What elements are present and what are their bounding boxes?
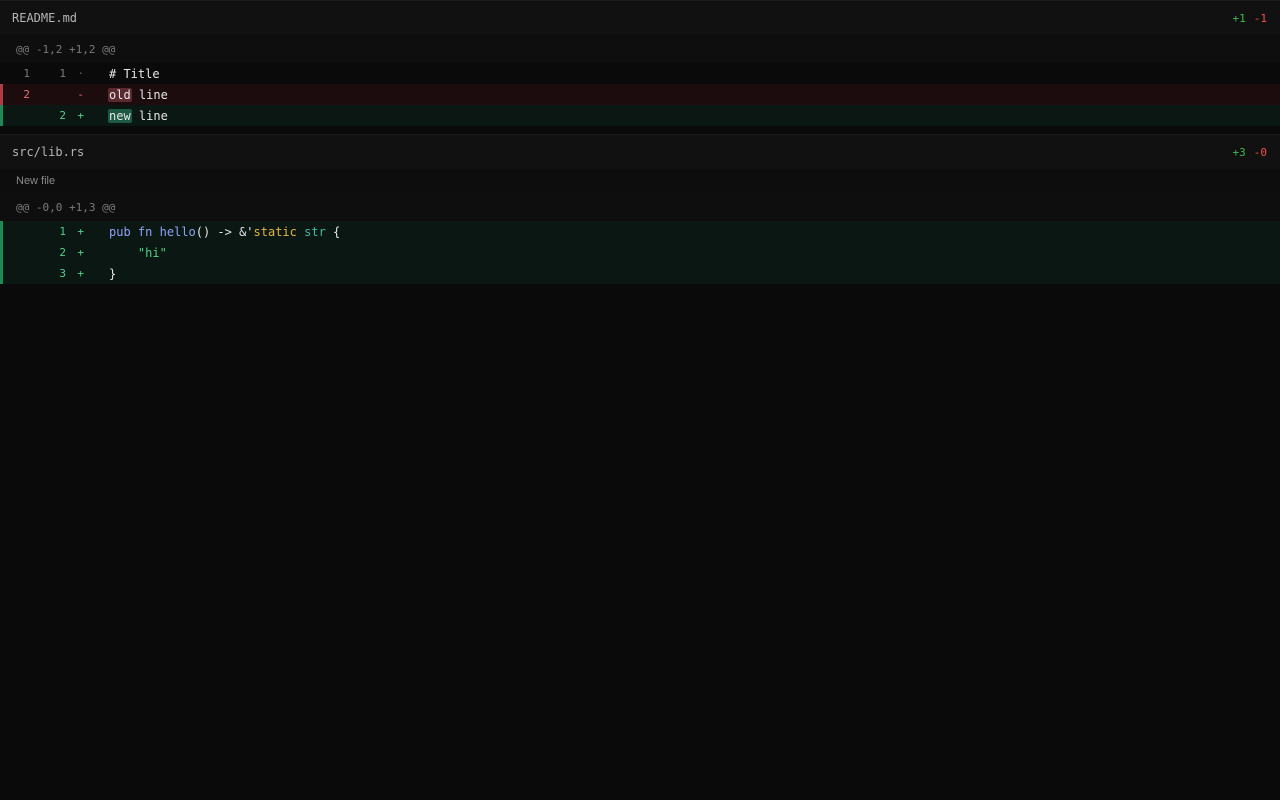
diff-file-lib-rs: src/lib.rs +3 -0 New file @@ -0,0 +1,3 @… — [0, 134, 1280, 284]
new-line-number: 1 — [59, 225, 66, 238]
addition-marker: + — [77, 109, 84, 122]
addition-marker: + — [77, 267, 84, 280]
new-line-number: 2 — [59, 109, 66, 122]
token-punctuation: { — [325, 224, 341, 239]
hunk-header: @@ -0,0 +1,3 @@ — [0, 193, 1280, 221]
diff-line-deleted[interactable]: 2 - old line — [0, 84, 1280, 105]
hunk-header: @@ -1,2 +1,2 @@ — [0, 35, 1280, 63]
file-stats: +3 -0 — [1233, 146, 1269, 159]
deletions-count: -0 — [1253, 145, 1267, 159]
additions-count: +1 — [1232, 11, 1246, 25]
code-text: old line — [84, 87, 168, 102]
new-line-number: 3 — [59, 267, 66, 280]
new-line-number: 2 — [59, 246, 66, 259]
code-text: new line — [84, 108, 168, 123]
token-type: str — [304, 224, 326, 239]
deletion-marker: - — [77, 88, 84, 101]
code-string: "hi" — [109, 245, 167, 260]
file-header[interactable]: src/lib.rs +3 -0 — [0, 134, 1280, 169]
diff-line-added[interactable]: 1 + pub fn hello() -> &'static str { — [0, 221, 1280, 242]
code-text: # Title — [109, 66, 160, 81]
token-punctuation: () -> &' — [195, 224, 254, 239]
addition-marker: + — [77, 225, 84, 238]
code-text: pub fn hello() -> &'static str { — [84, 225, 340, 239]
addition-marker: + — [77, 246, 84, 259]
code-text: } — [109, 266, 117, 281]
deletions-count: -1 — [1253, 11, 1267, 25]
diff-file-readme: README.md +1 -1 @@ -1,2 +1,2 @@ 1 1 · # … — [0, 0, 1280, 126]
diff-line-added[interactable]: 2 + "hi" — [0, 242, 1280, 263]
diff-line-added[interactable]: 2 + new line — [0, 105, 1280, 126]
file-separator — [0, 126, 1280, 134]
file-name[interactable]: README.md — [12, 11, 77, 25]
file-stats: +1 -1 — [1233, 12, 1269, 25]
code-rest: line — [131, 108, 168, 123]
diff-line-added[interactable]: 3 + } — [0, 263, 1280, 284]
word-diff-added: new — [108, 108, 132, 123]
word-diff-removed: old — [108, 87, 132, 102]
token-keyword: pub — [109, 224, 131, 239]
new-file-note: New file — [0, 169, 1280, 193]
diff-line-context[interactable]: 1 1 · # Title — [0, 63, 1280, 84]
file-header[interactable]: README.md +1 -1 — [0, 0, 1280, 35]
old-line-number: 1 — [23, 67, 30, 80]
additions-count: +3 — [1232, 145, 1246, 159]
token-function: hello — [159, 224, 196, 239]
token-keyword: fn — [137, 224, 153, 239]
new-line-number: 1 — [59, 67, 66, 80]
context-marker: · — [77, 67, 84, 80]
old-line-number: 2 — [23, 88, 30, 101]
token-lifetime: static — [253, 224, 297, 239]
code-rest: line — [131, 87, 168, 102]
file-name[interactable]: src/lib.rs — [12, 145, 84, 159]
